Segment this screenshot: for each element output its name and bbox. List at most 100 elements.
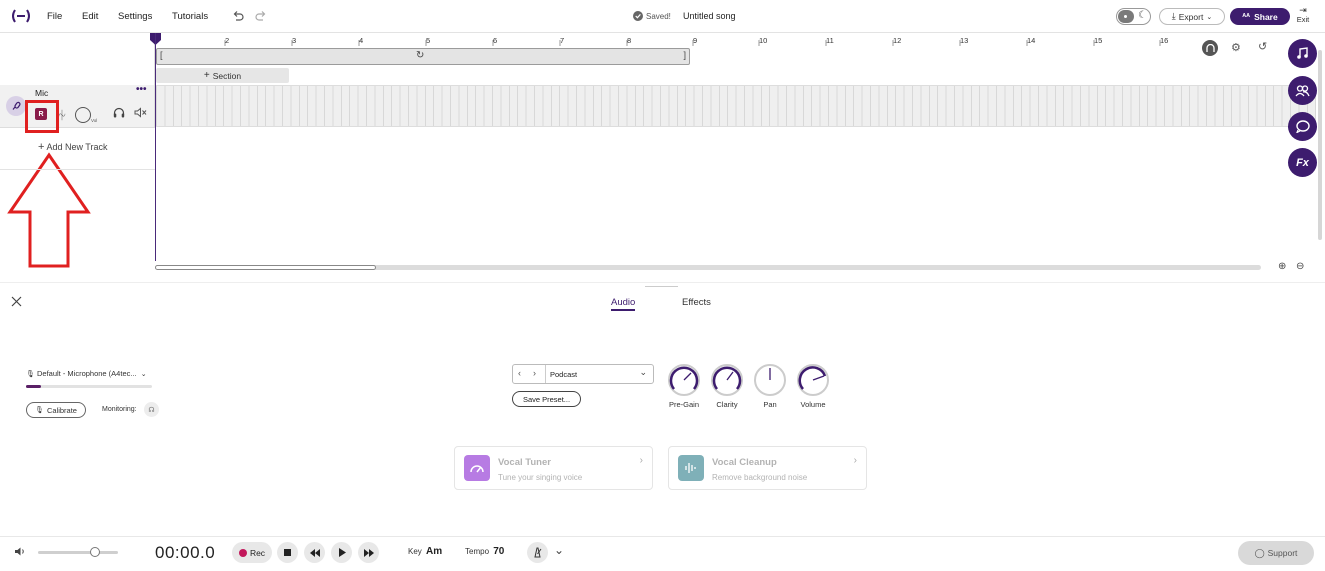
track-header[interactable]: Mic ••• R ⏆ Vol	[0, 84, 155, 128]
key-label: Key	[408, 547, 422, 556]
vocal-tuner-card[interactable]: Vocal Tuner Tune your singing voice ›	[454, 446, 653, 490]
chat-icon[interactable]	[1288, 112, 1317, 141]
chevron-down-icon: ⌄	[639, 367, 647, 377]
microphone-icon: 🎙	[35, 407, 44, 414]
menu-edit[interactable]: Edit	[82, 11, 98, 22]
monitoring-toggle-icon[interactable]: ☊	[144, 402, 159, 417]
panel-resize-handle[interactable]	[645, 286, 678, 287]
undo-icon[interactable]	[230, 8, 246, 24]
vocal-cleanup-subtitle: Remove background noise	[712, 473, 808, 482]
loop-icon[interactable]: ↻	[416, 50, 424, 61]
clarity-knob[interactable]	[711, 364, 743, 396]
theme-toggle[interactable]: ☾	[1116, 8, 1151, 25]
mute-speaker-icon[interactable]	[134, 107, 147, 121]
add-section-button[interactable]: + Section	[156, 68, 289, 83]
zoom-in-icon[interactable]: ⊕	[1278, 261, 1286, 272]
add-new-track-button[interactable]: + Add New Track	[38, 141, 107, 153]
chevron-right-icon: ›	[853, 455, 857, 466]
tempo-label: Tempo	[465, 547, 490, 556]
tab-effects[interactable]: Effects	[682, 297, 711, 308]
volume-knob[interactable]	[75, 107, 91, 123]
settings-gear-icon[interactable]: ⚙	[1231, 41, 1241, 54]
plus-icon: +	[38, 141, 45, 153]
tab-audio[interactable]: Audio	[611, 297, 636, 311]
track-name[interactable]: Mic	[35, 88, 48, 98]
support-label: Support	[1267, 548, 1298, 558]
left-panel-bg	[0, 33, 155, 85]
track-more-icon[interactable]: •••	[136, 84, 147, 95]
horizontal-scrollbar-track[interactable]	[155, 265, 1261, 270]
download-icon: ⤓	[1171, 11, 1176, 21]
section-label: Section	[212, 70, 242, 81]
metronome-button[interactable]	[527, 542, 548, 563]
master-volume-icon[interactable]	[14, 546, 26, 560]
master-volume-thumb[interactable]	[90, 547, 100, 557]
calibrate-button[interactable]: 🎙 Calibrate	[26, 402, 86, 418]
fast-forward-button[interactable]	[358, 542, 379, 563]
loop-start-handle-icon[interactable]: [	[160, 50, 163, 60]
key-selector[interactable]: Key Am	[408, 546, 442, 557]
horizontal-scrollbar-thumb[interactable]	[155, 265, 376, 270]
reset-icon[interactable]: ↺	[1258, 40, 1267, 53]
export-button[interactable]: ⤓ Export ⌄	[1159, 8, 1225, 25]
collab-icon[interactable]	[1288, 76, 1317, 105]
chevron-right-icon: ›	[639, 455, 643, 466]
preset-select[interactable]: ‹ › Podcast ⌄	[512, 364, 654, 384]
save-preset-button[interactable]: Save Preset...	[512, 391, 581, 407]
loop-end-handle-icon[interactable]: ]	[683, 50, 686, 60]
record-button[interactable]: Rec	[232, 542, 272, 563]
calibrate-label: Calibrate	[46, 405, 77, 415]
app-logo-icon[interactable]	[10, 8, 32, 27]
input-device-select[interactable]: 🎙 Default - Microphone (A4tec... ⌄	[26, 369, 156, 381]
save-preset-label: Save Preset...	[522, 394, 571, 404]
menu-file[interactable]: File	[47, 11, 62, 22]
play-button[interactable]	[331, 542, 352, 563]
mic-instrument-icon[interactable]	[6, 96, 26, 116]
export-label: Export	[1178, 11, 1204, 22]
exit-button[interactable]: ⇥ Exit	[1294, 5, 1312, 29]
saved-status: Saved!	[646, 12, 671, 21]
close-icon[interactable]	[11, 296, 22, 310]
master-volume-slider[interactable]	[38, 547, 118, 557]
vocal-cleanup-card[interactable]: Vocal Cleanup Remove background noise ›	[668, 446, 867, 490]
share-button[interactable]: ᴬᴬ Share	[1230, 8, 1290, 25]
top-bar: File Edit Settings Tutorials Saved! Unti…	[0, 0, 1325, 33]
snap-icon[interactable]	[1202, 40, 1218, 56]
add-track-label: Add New Track	[46, 142, 108, 152]
fx-icon[interactable]: Fx	[1288, 148, 1317, 177]
time-display: 00:00.0	[155, 543, 216, 562]
saved-check-icon	[633, 11, 643, 24]
redo-icon[interactable]	[253, 8, 269, 24]
playhead-line	[155, 33, 156, 261]
metronome-options-chevron-icon[interactable]: ⌄	[554, 543, 564, 557]
pan-knob[interactable]	[754, 364, 786, 396]
next-preset-icon[interactable]: ›	[533, 368, 536, 378]
headphones-icon[interactable]	[113, 107, 125, 121]
loop-region[interactable]: [ ↻ ]	[156, 48, 690, 65]
tempo-value: 70	[493, 546, 505, 557]
share-label: Share	[1254, 11, 1278, 22]
rewind-button[interactable]	[304, 542, 325, 563]
volume-knob[interactable]	[797, 364, 829, 396]
waveform-icon	[678, 455, 704, 481]
vertical-scrollbar[interactable]	[1318, 50, 1322, 240]
stop-button[interactable]	[277, 542, 298, 563]
support-button[interactable]: ◯ Support	[1238, 541, 1314, 565]
pre-gain-knob[interactable]	[668, 364, 700, 396]
fx-label: Fx	[1296, 156, 1309, 169]
menu-tutorials[interactable]: Tutorials	[172, 11, 208, 22]
chat-bubble-icon: ◯	[1254, 547, 1265, 558]
prev-preset-icon[interactable]: ‹	[518, 368, 521, 378]
timeline-ruler[interactable]: 2 3 4 5 6 7 8 9 10 11 12 13 14 15 16	[155, 33, 1205, 46]
clarity-label: Clarity	[716, 400, 738, 409]
song-title[interactable]: Untitled song	[683, 11, 736, 21]
zoom-out-icon[interactable]: ⊖	[1296, 261, 1304, 272]
music-note-icon[interactable]	[1288, 39, 1317, 68]
chevron-down-icon: ⌄	[140, 371, 147, 378]
pan-label: Pan	[763, 400, 777, 409]
menu-settings[interactable]: Settings	[118, 11, 152, 22]
track-lane[interactable]	[156, 85, 1316, 127]
panel-divider	[0, 282, 1325, 283]
annotation-highlight-box	[25, 100, 59, 133]
tempo-selector[interactable]: Tempo 70	[465, 546, 504, 557]
